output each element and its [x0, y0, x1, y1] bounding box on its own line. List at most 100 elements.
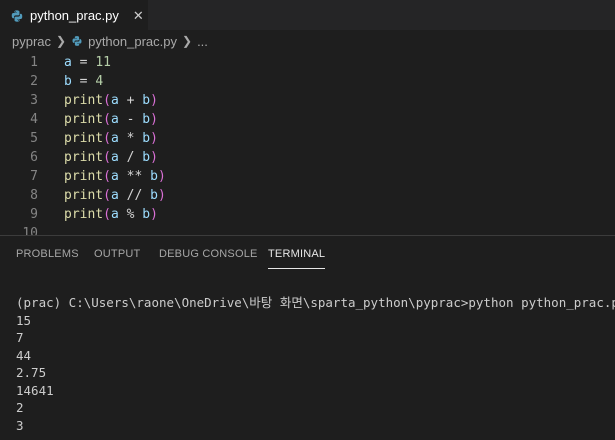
code-token: print — [64, 188, 104, 203]
tab-terminal[interactable]: TERMINAL — [268, 248, 326, 269]
line-number: 2 — [30, 74, 38, 89]
code-token: a — [110, 112, 119, 127]
line-number: 7 — [30, 169, 38, 184]
code-text: print(a + b) — [64, 91, 158, 110]
terminal-line: 7 — [16, 330, 24, 345]
tab-output[interactable]: OUTPUT — [94, 248, 140, 260]
code-token: a — [110, 150, 119, 165]
line-number: 8 — [30, 188, 38, 203]
line-number: 1 — [30, 55, 38, 70]
line-number: 5 — [30, 131, 38, 146]
code-line[interactable]: 7 print(a ** b) — [0, 167, 615, 186]
code-token: / — [118, 150, 143, 165]
code-token: ) — [157, 169, 166, 184]
code-token: 11 — [95, 55, 111, 70]
code-line[interactable]: 10 — [0, 224, 615, 235]
code-token: ) — [150, 131, 158, 146]
code-token: ( — [103, 131, 111, 146]
terminal-line: 3 — [16, 417, 24, 433]
code-editor[interactable]: 1a = 11 2 b = 4 3 print(a + b) 4 print(a - b) 5… — [0, 52, 615, 235]
code-token: ( — [103, 207, 111, 222]
code-text: print(a // b) — [64, 186, 166, 205]
tab-problems[interactable]: PROBLEMS — [16, 248, 79, 260]
code-token: print — [64, 93, 104, 108]
code-token: a — [64, 55, 72, 70]
code-text: a = 11 — [64, 53, 111, 72]
code-line[interactable]: 2 b = 4 — [0, 72, 615, 91]
code-token: ) — [157, 188, 166, 203]
code-text: print(a * b) — [64, 129, 158, 148]
code-token: b — [142, 131, 151, 146]
panel-tab-bar: PROBLEMS OUTPUT DEBUG CONSOLE TERMINAL — [0, 236, 615, 272]
code-line[interactable]: 4 print(a - b) — [0, 110, 615, 129]
code-line[interactable]: 6 print(a / b) — [0, 148, 615, 167]
code-token: ** — [118, 169, 151, 184]
code-token: ( — [103, 150, 111, 165]
code-token: ) — [150, 207, 158, 222]
code-line[interactable]: 1 a = 11 — [0, 53, 615, 72]
code-text: print(a % b) — [64, 205, 158, 224]
code-token: b — [142, 112, 151, 127]
code-token: a — [110, 93, 119, 108]
breadcrumb-more[interactable]: ... — [197, 34, 208, 49]
code-token: a — [110, 131, 119, 146]
code-token: b — [142, 93, 151, 108]
code-token: ) — [150, 112, 158, 127]
python-file-icon — [72, 36, 82, 46]
code-token: * — [118, 131, 143, 146]
code-token: b — [64, 74, 72, 89]
terminal-line: 2 — [16, 400, 24, 415]
breadcrumb: pyprac ❯ python_prac.py ❯ ... — [0, 30, 615, 52]
code-token: ) — [150, 93, 158, 108]
code-token: b — [142, 150, 151, 165]
code-text: print(a - b) — [64, 110, 158, 129]
code-token: b — [142, 207, 151, 222]
code-token: print — [64, 207, 104, 222]
line-number: 6 — [30, 150, 38, 165]
terminal-line: 2.75 — [16, 365, 47, 380]
code-token: % — [118, 207, 143, 222]
code-token: ( — [103, 112, 111, 127]
close-icon[interactable]: ✕ — [133, 8, 144, 24]
code-token: ( — [103, 169, 111, 184]
code-token: a — [110, 207, 119, 222]
chevron-right-icon: ❯ — [182, 34, 193, 48]
code-token: = — [71, 74, 96, 89]
tab-debug-console[interactable]: DEBUG CONSOLE — [159, 248, 258, 260]
terminal-line: 15 — [16, 312, 32, 328]
code-token: print — [64, 131, 104, 146]
code-token: print — [64, 150, 104, 165]
code-token: = — [71, 55, 96, 70]
code-line[interactable]: 8 print(a // b) — [0, 186, 615, 205]
code-token: ( — [103, 188, 111, 203]
breadcrumb-file[interactable]: python_prac.py — [88, 34, 177, 49]
code-token: 4 — [95, 74, 104, 89]
terminal-output[interactable]: (prac) C:\Users\raone\OneDrive\바탕 화면\spa… — [16, 294, 615, 434]
code-text: b = 4 — [64, 72, 103, 91]
code-line[interactable]: 9 print(a % b) — [0, 205, 615, 224]
tab-bar: python_prac.py ✕ — [0, 0, 615, 30]
breadcrumb-folder[interactable]: pyprac — [12, 34, 51, 49]
line-number: 10 — [22, 226, 38, 235]
python-file-icon — [11, 9, 23, 22]
code-token: + — [118, 93, 143, 108]
code-token: a — [110, 169, 119, 184]
code-token: - — [118, 112, 143, 127]
terminal-line: 44 — [16, 347, 32, 363]
terminal-line: (prac) C:\Users\raone\OneDrive\바탕 화면\spa… — [16, 295, 615, 310]
tab-label: python_prac.py — [30, 8, 119, 23]
line-number: 4 — [30, 112, 38, 127]
code-line[interactable]: 3 print(a + b) — [0, 91, 615, 110]
tab-python-prac[interactable]: python_prac.py ✕ — [0, 0, 148, 30]
code-text: print(a / b) — [64, 148, 158, 167]
code-line[interactable]: 5 print(a * b) — [0, 129, 615, 148]
code-token: a — [110, 188, 119, 203]
code-text: print(a ** b) — [64, 167, 166, 186]
chevron-right-icon: ❯ — [56, 34, 67, 48]
code-token: b — [150, 188, 158, 203]
code-token: ) — [150, 150, 158, 165]
code-token: b — [150, 169, 158, 184]
line-number: 3 — [30, 93, 38, 108]
line-number: 9 — [30, 207, 38, 222]
code-token: print — [64, 169, 104, 184]
